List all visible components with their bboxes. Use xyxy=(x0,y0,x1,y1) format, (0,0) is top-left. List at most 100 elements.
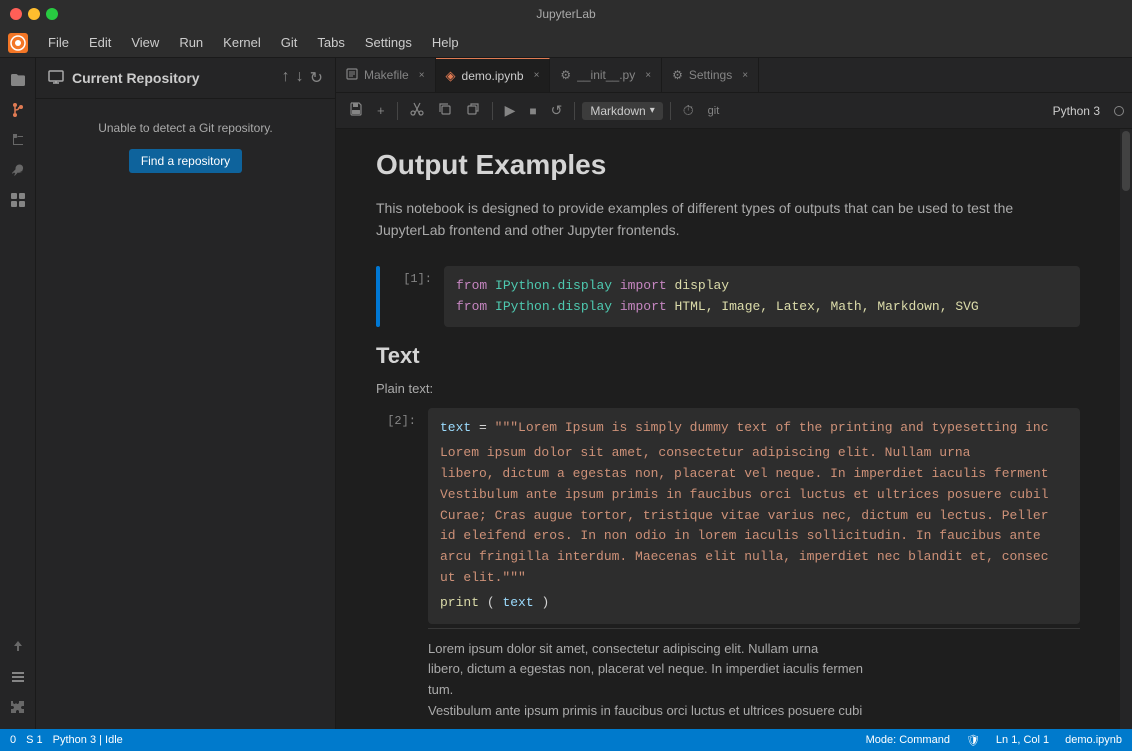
minimize-button[interactable] xyxy=(28,8,40,20)
menu-edit[interactable]: Edit xyxy=(81,33,119,52)
makefile-tab-close[interactable]: × xyxy=(419,70,425,81)
sidebar-btn-upload[interactable] xyxy=(4,633,32,661)
tab-makefile[interactable]: Makefile × xyxy=(336,58,436,93)
settings-tab-close[interactable]: × xyxy=(742,70,748,81)
lorem-text-block: Lorem ipsum dolor sit amet, consectetur … xyxy=(440,445,1049,585)
close-button[interactable] xyxy=(10,8,22,20)
cell-2-number: [2]: xyxy=(376,408,416,721)
toolbar: + ▶ ■ ↺ Markdown ▾ ⏱ git Pyt xyxy=(336,93,1132,129)
status-bar: 0 S 1 Python 3 | Idle Mode: Command 🛡 Ln… xyxy=(0,729,1132,751)
fn-html: HTML, Image, Latex, Math, Markdown, SVG xyxy=(674,299,978,314)
sidebar-btn-puzzle[interactable] xyxy=(4,693,32,721)
maximize-button[interactable] xyxy=(46,8,58,20)
text-section-title: Text xyxy=(376,343,1080,369)
save-btn[interactable] xyxy=(344,99,368,122)
cell-1-content[interactable]: from IPython.display import display from… xyxy=(444,266,1080,328)
fn-print: print xyxy=(440,595,479,610)
cell-type-dropdown[interactable]: Markdown ▾ xyxy=(582,102,662,120)
status-index: 0 xyxy=(10,734,16,746)
git-refresh-btn[interactable]: ↻ xyxy=(310,68,323,88)
cell-1-code[interactable]: from IPython.display import display from… xyxy=(444,266,1080,328)
window-controls[interactable] xyxy=(10,8,58,20)
menu-kernel[interactable]: Kernel xyxy=(215,33,269,52)
sidebar-btn-tools[interactable] xyxy=(4,156,32,184)
sidebar-btn-git[interactable] xyxy=(4,96,32,124)
print-close: ) xyxy=(541,595,549,610)
status-position: Ln 1, Col 1 xyxy=(996,734,1049,746)
cut-btn[interactable] xyxy=(405,99,429,122)
makefile-tab-label: Makefile xyxy=(364,68,409,82)
tab-bar: Makefile × ◈ demo.ipynb × ⚙ __init__.py … xyxy=(336,58,1132,93)
run-btn[interactable]: ▶ xyxy=(500,99,521,122)
git-toolbar-btn[interactable]: git xyxy=(703,102,725,120)
notebook-area: Makefile × ◈ demo.ipynb × ⚙ __init__.py … xyxy=(336,58,1132,729)
add-cell-btn[interactable]: + xyxy=(372,100,390,121)
sidebar-btn-list[interactable] xyxy=(4,663,32,691)
cell-2-print-line: print ( text ) xyxy=(440,593,1068,614)
status-python-kernel: Python 3 | Idle xyxy=(53,734,123,746)
kernel-status-indicator xyxy=(1114,106,1124,116)
status-right: Mode: Command 🛡 Ln 1, Col 1 demo.ipynb xyxy=(866,734,1122,747)
sidebar-btn-extensions[interactable] xyxy=(4,126,32,154)
notebook-content: Output Examples This notebook is designe… xyxy=(336,129,1120,729)
menu-run[interactable]: Run xyxy=(171,33,211,52)
notebook-scrollbar[interactable] xyxy=(1120,129,1132,729)
git-sidebar-actions: ↑ ↓ ↻ xyxy=(282,68,323,88)
equals: = xyxy=(479,420,495,435)
time-btn[interactable]: ⏱ xyxy=(678,99,699,122)
sidebar-btn-addons[interactable] xyxy=(4,186,32,214)
menu-help[interactable]: Help xyxy=(424,33,467,52)
demo-tab-icon: ◈ xyxy=(446,68,456,84)
app-logo xyxy=(8,33,28,53)
find-repo-button[interactable]: Find a repository xyxy=(129,149,242,173)
title-bar: JupyterLab xyxy=(0,0,1132,28)
settings-tab-icon: ⚙ xyxy=(672,68,683,82)
menu-view[interactable]: View xyxy=(123,33,167,52)
module-1: IPython.display xyxy=(495,278,620,293)
cell-active-indicator xyxy=(376,266,380,328)
menu-git[interactable]: Git xyxy=(273,33,306,52)
status-mode: Mode: Command xyxy=(866,734,950,746)
notebook-title: Output Examples xyxy=(376,149,1080,181)
demo-tab-label: demo.ipynb xyxy=(462,69,524,83)
notebook-description: This notebook is designed to provide exa… xyxy=(376,197,1080,242)
print-arg: text xyxy=(502,595,533,610)
tab-init-py[interactable]: ⚙ __init__.py × xyxy=(550,58,662,93)
init-tab-close[interactable]: × xyxy=(645,70,651,81)
status-left: 0 S 1 Python 3 | Idle xyxy=(10,734,123,746)
cell-1-line-1: from IPython.display import display xyxy=(456,276,1068,297)
stop-btn[interactable]: ■ xyxy=(524,101,541,121)
git-upload-btn[interactable]: ↑ xyxy=(282,68,290,88)
toolbar-sep-1 xyxy=(397,102,398,120)
scroll-thumb[interactable] xyxy=(1122,131,1130,191)
keyword-from: from xyxy=(456,278,487,293)
menu-bar: File Edit View Run Kernel Git Tabs Setti… xyxy=(0,28,1132,58)
tab-demo-ipynb[interactable]: ◈ demo.ipynb × xyxy=(436,58,551,93)
restart-btn[interactable]: ↺ xyxy=(546,99,568,122)
cell-1-number: [1]: xyxy=(392,266,432,328)
cell-2-content[interactable]: text = """Lorem Ipsum is simply dummy te… xyxy=(428,408,1080,721)
copy-btn[interactable] xyxy=(433,99,457,122)
menu-tabs[interactable]: Tabs xyxy=(309,33,352,52)
cell-2-output: Lorem ipsum dolor sit amet, consectetur … xyxy=(428,639,1080,722)
menu-settings[interactable]: Settings xyxy=(357,33,420,52)
status-filename: demo.ipynb xyxy=(1065,734,1122,746)
menu-file[interactable]: File xyxy=(40,33,77,52)
cell-2-code[interactable]: text = """Lorem Ipsum is simply dummy te… xyxy=(428,408,1080,623)
git-download-btn[interactable]: ↓ xyxy=(296,68,304,88)
code-cell-1: [1]: from IPython.display import display… xyxy=(376,266,1080,328)
tab-settings[interactable]: ⚙ Settings × xyxy=(662,58,759,93)
cell-type-label: Markdown xyxy=(590,104,645,118)
git-sidebar-title: Current Repository xyxy=(72,70,200,86)
demo-tab-close[interactable]: × xyxy=(534,70,540,81)
sidebar-btn-folder[interactable] xyxy=(4,66,32,94)
app-title: JupyterLab xyxy=(536,7,595,21)
paste-btn[interactable] xyxy=(461,99,485,122)
kernel-name: Python 3 xyxy=(1053,104,1100,118)
fn-display: display xyxy=(674,278,729,293)
git-sidebar-header: Current Repository ↑ ↓ ↻ xyxy=(36,58,335,99)
toolbar-sep-4 xyxy=(670,102,671,120)
cell-2-line-code: text = """Lorem Ipsum is simply dummy te… xyxy=(440,418,1068,439)
status-spaces: S 1 xyxy=(26,734,43,746)
settings-tab-label: Settings xyxy=(689,68,732,82)
